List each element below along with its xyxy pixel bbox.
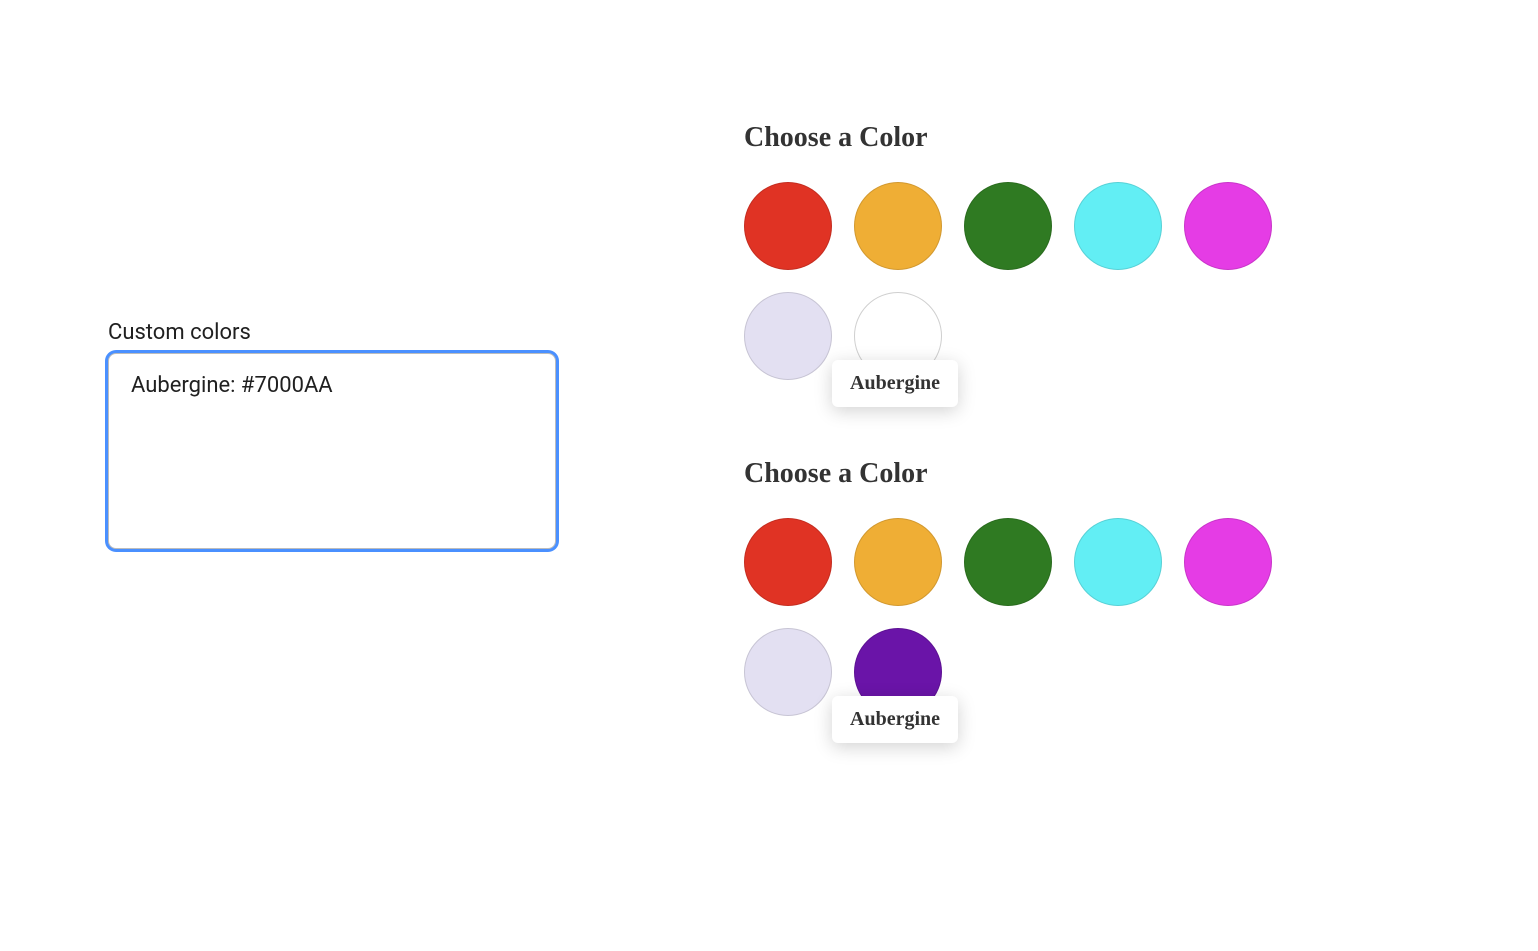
textarea-wrapper	[108, 353, 556, 553]
swatch-cyan[interactable]	[1074, 518, 1162, 606]
swatch-wrapper-aubergine: Aubergine	[854, 628, 942, 716]
swatch-red[interactable]	[744, 518, 832, 606]
swatch-row	[744, 182, 1304, 270]
swatch-green[interactable]	[964, 182, 1052, 270]
custom-colors-panel: Custom colors	[108, 320, 556, 553]
swatch-magenta[interactable]	[1184, 182, 1272, 270]
color-section-1: Choose a Color Aubergine	[744, 122, 1304, 380]
swatch-orange[interactable]	[854, 518, 942, 606]
swatch-row	[744, 518, 1304, 606]
swatch-row: Aubergine	[744, 292, 1304, 380]
section-heading: Choose a Color	[744, 122, 1304, 154]
section-heading: Choose a Color	[744, 458, 1304, 490]
tooltip-aubergine: Aubergine	[832, 696, 958, 743]
swatch-wrapper-aubergine: Aubergine	[854, 292, 942, 380]
swatch-red[interactable]	[744, 182, 832, 270]
custom-colors-textarea[interactable]	[108, 353, 556, 549]
swatch-magenta[interactable]	[1184, 518, 1272, 606]
swatch-lavender[interactable]	[744, 292, 832, 380]
tooltip-aubergine: Aubergine	[832, 360, 958, 407]
swatch-orange[interactable]	[854, 182, 942, 270]
color-picker-panel: Choose a Color Aubergine Choose a Color	[744, 122, 1304, 794]
swatch-lavender[interactable]	[744, 628, 832, 716]
color-section-2: Choose a Color Aubergine	[744, 458, 1304, 716]
swatch-cyan[interactable]	[1074, 182, 1162, 270]
custom-colors-label: Custom colors	[108, 320, 556, 345]
swatch-row: Aubergine	[744, 628, 1304, 716]
swatch-green[interactable]	[964, 518, 1052, 606]
